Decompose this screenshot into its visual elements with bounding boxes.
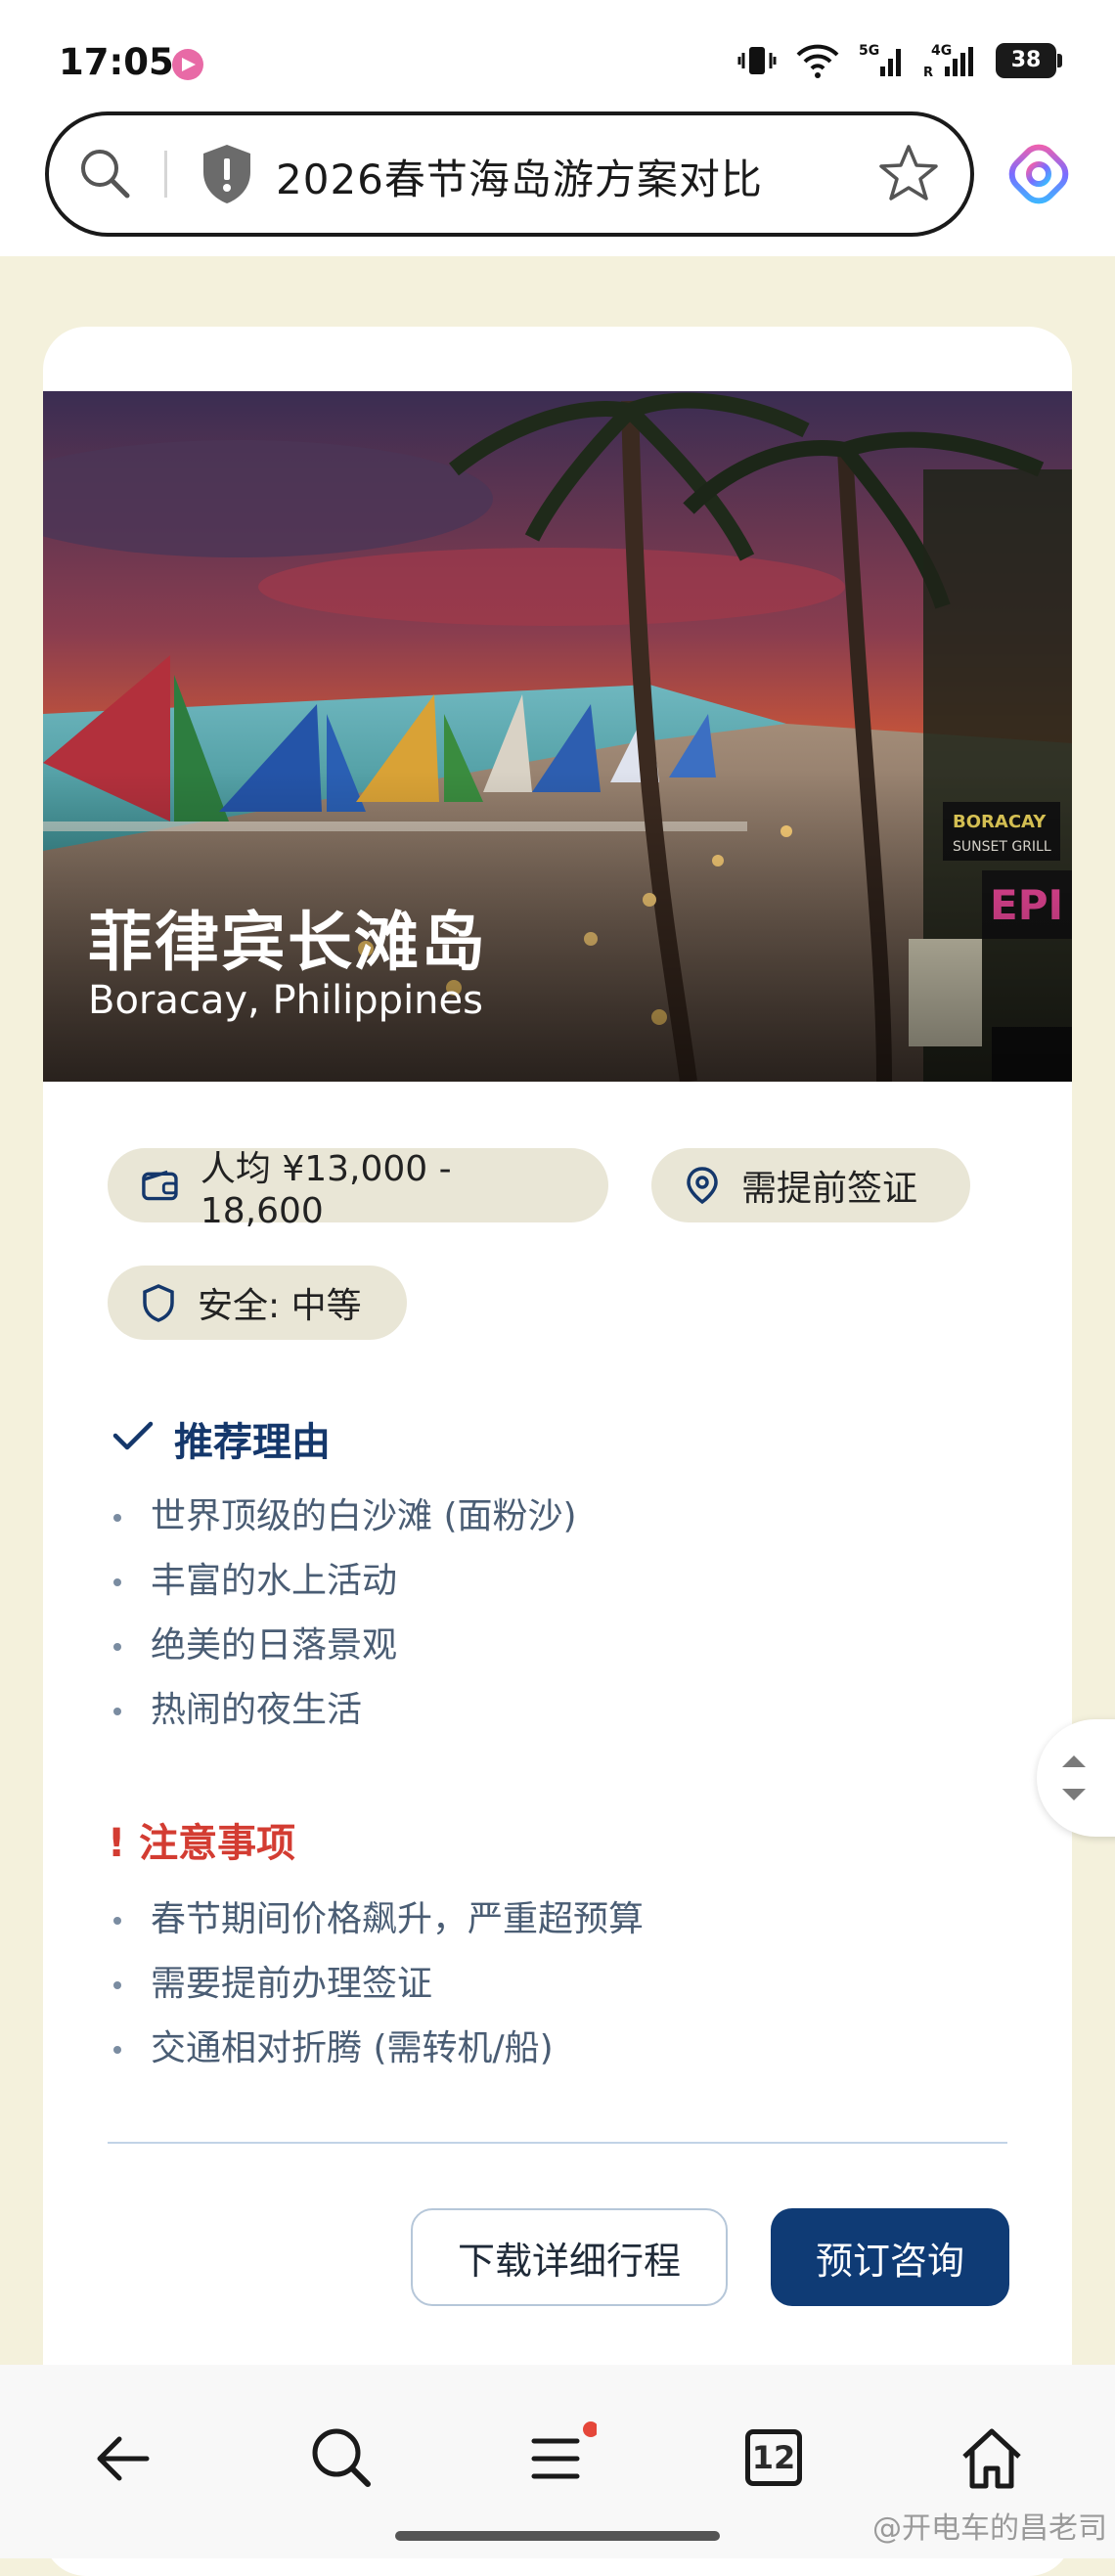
tabs-button[interactable]: 12: [736, 2420, 814, 2498]
watermark: @开电车的昌老司: [872, 2511, 1107, 2546]
signal-5g-icon: 5G: [859, 43, 901, 76]
divider: [108, 2142, 1007, 2144]
notification-icon: [172, 49, 203, 80]
home-indicator: [395, 2531, 720, 2541]
list-item: 热闹的夜生活: [108, 1678, 988, 1743]
hero-image: BORACAY SUNSET GRILL EPI 菲律宾长滩岛 Boracay,…: [43, 391, 1072, 1082]
reasons-heading: 推荐理由: [112, 1410, 331, 1467]
security-shield-icon[interactable]: [196, 141, 258, 207]
svg-text:R: R: [923, 66, 933, 80]
wallet-icon: [142, 1170, 178, 1201]
address-search-bar[interactable]: 2026春节海岛游方案对比: [45, 111, 974, 237]
info-tags: 人均 ¥13,000 - 18,600 需提前签证 安全: 中等: [108, 1148, 1027, 1363]
destination-card: BORACAY SUNSET GRILL EPI 菲律宾长滩岛 Boracay,…: [43, 327, 1072, 2576]
search-icon[interactable]: [74, 143, 137, 205]
list-item: 交通相对折腾 (需转机/船): [108, 2017, 988, 2081]
ai-assistant-icon[interactable]: [1007, 143, 1070, 205]
notes-heading: ! 注意事项: [108, 1821, 296, 1866]
safety-tag: 安全: 中等: [108, 1266, 407, 1340]
destination-subtitle: Boracay, Philippines: [88, 978, 483, 1023]
vibrate-icon: [737, 47, 777, 74]
search-icon[interactable]: [303, 2420, 381, 2498]
wifi-icon: [796, 44, 839, 78]
signal-4g-icon: 4G R: [923, 43, 973, 80]
location-pin-icon: [687, 1167, 718, 1205]
home-icon[interactable]: [953, 2420, 1031, 2498]
menu-icon[interactable]: [518, 2420, 597, 2498]
book-consult-button[interactable]: 预订咨询: [771, 2208, 1009, 2306]
list-item: 需要提前办理签证: [108, 1952, 988, 2017]
shield-icon: [143, 1284, 174, 1322]
tabs-count: 12: [745, 2429, 802, 2486]
destination-title: 菲律宾长滩岛: [88, 905, 487, 980]
reasons-list: 世界顶级的白沙滩 (面粉沙) 丰富的水上活动 绝美的日落景观 热闹的夜生活: [108, 1485, 988, 1743]
price-tag: 人均 ¥13,000 - 18,600: [108, 1148, 608, 1231]
list-item: 春节期间价格飙升，严重超预算: [108, 1888, 988, 1952]
list-item: 丰富的水上活动: [108, 1549, 988, 1614]
scroll-up-down-icon[interactable]: [1054, 1744, 1093, 1812]
status-time: 17:05: [59, 41, 174, 83]
safety-text: 安全: 中等: [198, 1286, 362, 1326]
bookmark-star-icon[interactable]: [876, 141, 941, 205]
status-bar: 17:05 5G 4G R 38: [0, 0, 1115, 98]
download-itinerary-button[interactable]: 下载详细行程: [411, 2208, 728, 2306]
back-arrow-icon[interactable]: [86, 2420, 164, 2498]
list-item: 绝美的日落景观: [108, 1614, 988, 1678]
browser-top: 17:05 5G 4G R 38 2026春节海岛游方案对比: [0, 0, 1115, 256]
notes-list: 春节期间价格飙升，严重超预算 需要提前办理签证 交通相对折腾 (需转机/船): [108, 1888, 988, 2081]
search-query[interactable]: 2026春节海岛游方案对比: [276, 147, 763, 206]
svg-text:4G: 4G: [931, 43, 952, 59]
status-icons: 5G 4G R 38: [737, 39, 1062, 82]
divider: [164, 151, 167, 198]
checkmark-icon: [112, 1421, 154, 1450]
visa-tag: 需提前签证: [651, 1148, 970, 1222]
visa-text: 需提前签证: [741, 1169, 918, 1209]
list-item: 世界顶级的白沙滩 (面粉沙): [108, 1485, 988, 1549]
svg-text:5G: 5G: [859, 43, 879, 59]
battery-indicator: 38: [996, 43, 1062, 78]
price-text: 人均 ¥13,000 - 18,600: [200, 1148, 452, 1231]
